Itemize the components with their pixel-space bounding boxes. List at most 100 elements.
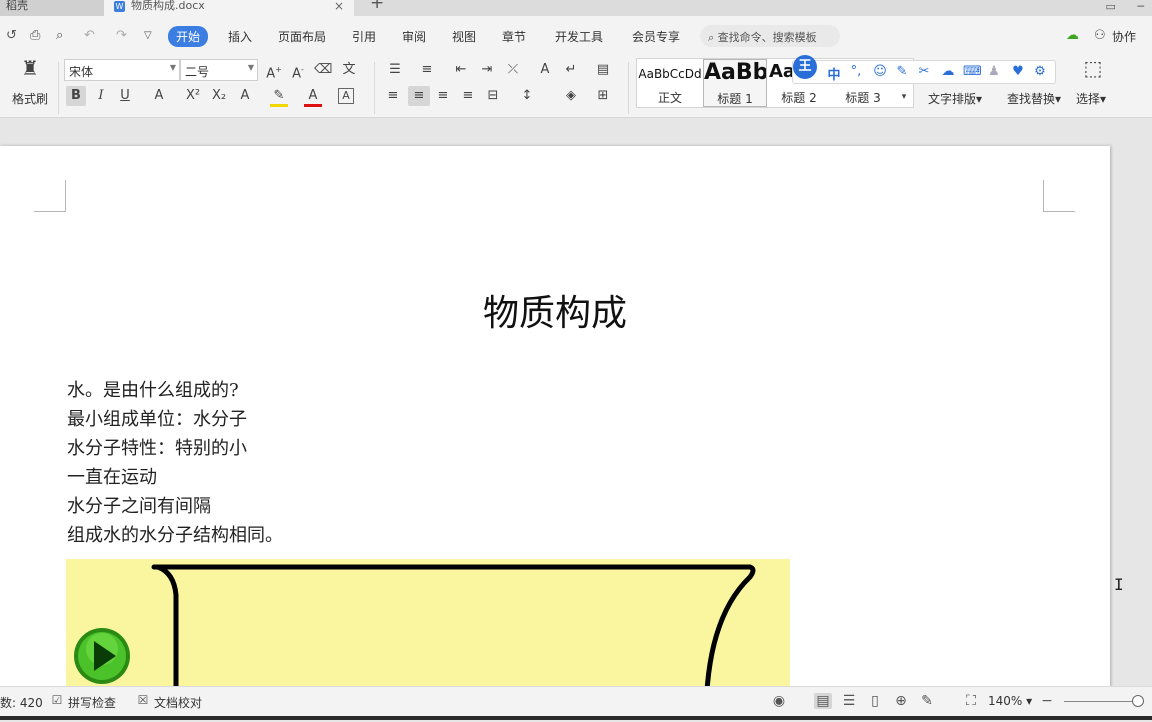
clear-format-icon[interactable]: ⌫: [314, 62, 332, 78]
skin-icon[interactable]: ♥: [1009, 64, 1027, 79]
scissors-icon[interactable]: ✂: [915, 64, 933, 79]
ime-chinese-toggle[interactable]: 中: [825, 64, 843, 83]
underline-icon[interactable]: U: [116, 88, 134, 104]
pen-icon[interactable]: ✎: [893, 64, 911, 79]
text-direction-icon[interactable]: A: [536, 62, 554, 78]
shrink-font-icon[interactable]: A-: [289, 62, 307, 82]
document-page[interactable]: 物质构成 水。是由什么组成的? 最小组成单位：水分子 水分子特性：特别的小 一直…: [0, 146, 1110, 722]
subscript-icon[interactable]: X₂: [210, 88, 228, 104]
cloud-icon[interactable]: ☁: [939, 64, 957, 79]
style-normal[interactable]: AaBbCcDd 正文: [637, 59, 703, 107]
tab-document[interactable]: W 物质构成.docx ×: [104, 0, 354, 16]
print-icon[interactable]: ⎙: [30, 28, 40, 43]
zoom-level[interactable]: 140% ▾: [988, 694, 1032, 708]
zoom-slider-handle[interactable]: [1132, 695, 1144, 707]
emoji-icon[interactable]: ☺: [871, 64, 889, 79]
align-right-icon[interactable]: ≡: [434, 88, 452, 104]
redo-icon[interactable]: ↷: [116, 28, 127, 43]
bold-icon[interactable]: B: [66, 86, 86, 106]
select-icon[interactable]: ⬚: [1082, 58, 1104, 78]
increase-indent-icon[interactable]: ⇥: [478, 62, 496, 78]
punctuation-icon[interactable]: °,: [847, 64, 865, 79]
cloud-sync-icon[interactable]: ☁: [1066, 28, 1079, 43]
tab-docer[interactable]: 稻壳: [0, 0, 104, 16]
outline-view-icon[interactable]: ☰: [840, 693, 858, 709]
user-icon[interactable]: ♟: [985, 64, 1003, 79]
reading-view-icon[interactable]: ▯: [866, 693, 884, 709]
strikethrough-icon[interactable]: A: [150, 88, 168, 104]
window-controls[interactable]: ▭ ─: [1105, 0, 1144, 13]
align-left-icon[interactable]: ≡: [384, 88, 402, 104]
shading-icon[interactable]: ◈: [562, 88, 580, 104]
menu-membership[interactable]: 会员专享: [632, 28, 680, 45]
grow-font-icon[interactable]: A+: [265, 62, 283, 82]
menu-view[interactable]: 视图: [452, 28, 476, 45]
write-view-icon[interactable]: ✎: [918, 693, 936, 709]
eye-protect-icon[interactable]: ◉: [770, 693, 788, 709]
menu-review[interactable]: 审阅: [402, 28, 426, 45]
spell-check-label[interactable]: 拼写检查: [68, 694, 116, 711]
page-view-icon[interactable]: ▤: [814, 693, 832, 709]
window-layout-icon[interactable]: ▭: [1105, 0, 1115, 13]
line-spacing-icon[interactable]: ↕: [518, 88, 536, 104]
superscript-icon[interactable]: X²: [184, 88, 202, 104]
play-button-icon[interactable]: [74, 628, 130, 684]
chinese-layout-icon[interactable]: ⤫: [504, 62, 522, 78]
paragraph-3[interactable]: 水分子特性：特别的小: [67, 434, 247, 460]
keyboard-icon[interactable]: ⌨: [963, 64, 982, 79]
fit-page-icon[interactable]: ⛶: [962, 693, 980, 709]
command-search[interactable]: ⌕ 查找命令、搜索模板: [700, 25, 840, 47]
menu-developer[interactable]: 开发工具: [555, 28, 603, 45]
word-count[interactable]: 数: 420: [0, 694, 43, 711]
doc-proof-icon[interactable]: ☒: [134, 693, 152, 707]
paragraph-5[interactable]: 水分子之间有间隔: [67, 492, 211, 518]
close-tab-icon[interactable]: ×: [334, 0, 344, 12]
web-view-icon[interactable]: ⊕: [892, 693, 910, 709]
undo-style-icon[interactable]: ↺: [6, 28, 17, 43]
align-center-icon[interactable]: ≡: [408, 86, 430, 106]
phonetic-icon[interactable]: 文: [340, 62, 358, 78]
paragraph-2[interactable]: 最小组成单位：水分子: [67, 405, 247, 431]
new-tab-button[interactable]: +: [370, 0, 384, 13]
italic-icon[interactable]: I: [92, 88, 110, 104]
show-marks-icon[interactable]: ↵: [562, 62, 580, 78]
zoom-out-icon[interactable]: −: [1038, 693, 1056, 709]
ime-badge[interactable]: 王: [793, 55, 817, 79]
collab-button[interactable]: 协作: [1112, 28, 1136, 45]
more-icon[interactable]: ▽: [144, 30, 152, 41]
justify-icon[interactable]: ≡: [459, 88, 477, 104]
decrease-indent-icon[interactable]: ⇤: [452, 62, 470, 78]
font-size-select[interactable]: 二号 ▼: [180, 59, 258, 81]
text-layout-button[interactable]: 文字排版▾: [928, 90, 982, 107]
style-more-icon[interactable]: ▾: [895, 89, 913, 105]
menu-page-layout[interactable]: 页面布局: [278, 28, 326, 45]
distributed-icon[interactable]: ⊟: [484, 88, 502, 104]
gear-icon[interactable]: ⚙: [1031, 64, 1049, 79]
paragraph-6[interactable]: 组成水的水分子结构相同。: [67, 521, 283, 547]
char-border-icon[interactable]: A: [338, 88, 354, 104]
undo-icon[interactable]: ↶: [84, 28, 95, 43]
paragraph-1[interactable]: 水。是由什么组成的?: [67, 376, 239, 402]
bullet-list-icon[interactable]: ☰: [386, 62, 404, 78]
print-preview-icon[interactable]: ⌕: [56, 28, 63, 43]
doc-proof-label[interactable]: 文档校对: [154, 694, 202, 711]
minimize-icon[interactable]: ─: [1137, 0, 1144, 13]
numbered-list-icon[interactable]: ≡: [418, 62, 436, 78]
spell-check-icon[interactable]: ☑: [48, 693, 66, 707]
borders-icon[interactable]: ⊞: [594, 88, 612, 104]
table-of-contents-icon[interactable]: ▤: [594, 62, 612, 78]
find-replace-button[interactable]: 查找替换▾: [1007, 90, 1061, 107]
select-button[interactable]: 选择▾: [1076, 90, 1106, 107]
document-title[interactable]: 物质构成: [0, 284, 1110, 336]
font-name-select[interactable]: 宋体 ▼: [64, 59, 180, 81]
format-painter-icon[interactable]: ♜: [20, 58, 40, 78]
menu-references[interactable]: 引用: [352, 28, 376, 45]
highlight-icon[interactable]: ✎: [270, 88, 288, 107]
menu-home[interactable]: 开始: [168, 26, 209, 47]
text-effect-icon[interactable]: A: [236, 88, 254, 104]
font-color-icon[interactable]: A: [304, 88, 322, 107]
format-painter-label[interactable]: 格式刷: [12, 90, 48, 107]
menu-insert[interactable]: 插入: [228, 28, 252, 45]
paragraph-4[interactable]: 一直在运动: [67, 463, 157, 489]
menu-chapter[interactable]: 章节: [502, 28, 526, 45]
